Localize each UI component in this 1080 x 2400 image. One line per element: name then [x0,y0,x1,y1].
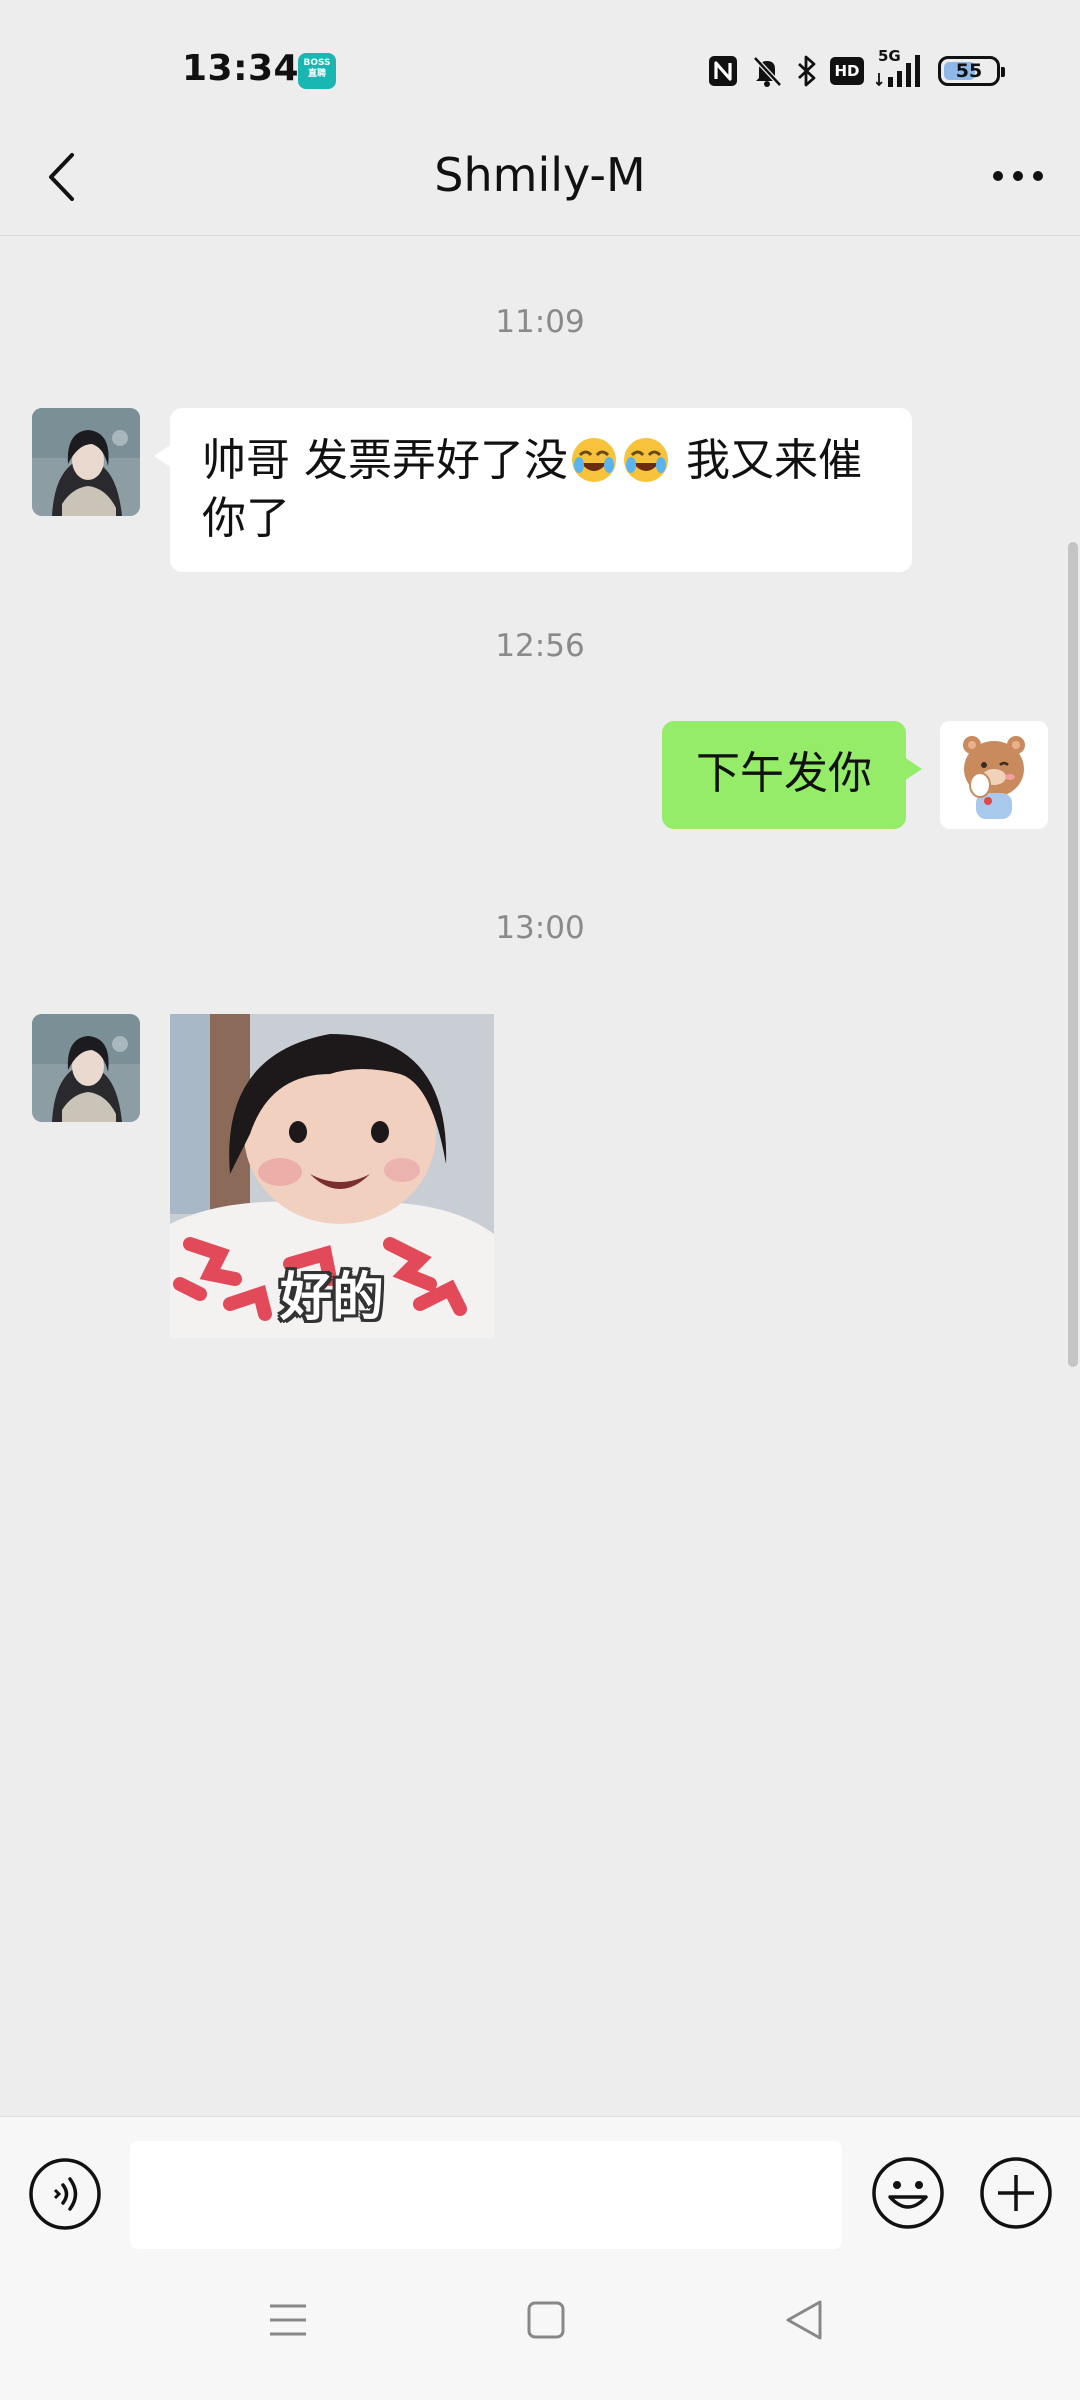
battery-level: 55 [955,60,983,82]
mute-bell-icon [750,54,784,88]
more-functions-button[interactable] [978,2155,1054,2231]
hd-icon: HD [830,57,864,85]
battery-icon: 55 [938,56,1005,86]
message-input[interactable] [130,2141,842,2249]
rofl-emoji-icon [624,438,668,482]
more-options-button[interactable] [978,148,1058,204]
plus-icon [980,2157,1052,2229]
my-avatar[interactable] [940,721,1048,829]
incoming-message-bubble[interactable]: 帅哥 发票弄好了没 我又来催你了 [154,408,912,572]
system-back-button[interactable] [784,2298,824,2342]
contact-avatar[interactable] [32,408,140,516]
signal-icon: 5G [876,47,926,91]
message-text: 帅哥 发票弄好了没 [202,435,568,486]
more-dots-icon [993,171,1043,181]
sticker-message[interactable]: 好的 [170,1014,494,1338]
home-icon [527,2301,565,2339]
menu-icon [270,2304,306,2336]
recent-apps-button[interactable] [266,2300,310,2340]
nfc-icon [708,55,738,87]
chat-header: Shmily-M [0,118,1080,236]
message-text: 下午发你 [696,748,872,799]
chat-scrollbar[interactable] [1068,542,1078,1367]
message-timestamp: 11:09 [495,304,585,340]
contact-avatar[interactable] [32,1014,140,1122]
system-navigation-bar [0,2280,1080,2390]
voice-icon [29,2158,101,2230]
network-type-label: 5G [878,47,901,65]
boss-app-notification-icon: BOSS 直聘 [298,53,336,89]
smiley-icon [872,2157,944,2229]
voice-input-button[interactable] [28,2157,102,2231]
status-icons: HD 5G 55 [708,47,1005,92]
home-button[interactable] [526,2300,566,2340]
status-time: 13:34 [182,48,300,89]
back-triangle-icon [786,2300,822,2340]
emoji-button[interactable] [870,2155,946,2231]
chat-title: Shmily-M [434,148,646,202]
sticker-caption: 好的 [279,1268,384,1328]
outgoing-message-bubble[interactable]: 下午发你 [662,721,922,829]
message-timestamp: 12:56 [495,628,585,664]
rofl-emoji-icon [572,438,616,482]
message-timestamp: 13:00 [495,910,585,946]
bluetooth-icon [796,54,818,88]
